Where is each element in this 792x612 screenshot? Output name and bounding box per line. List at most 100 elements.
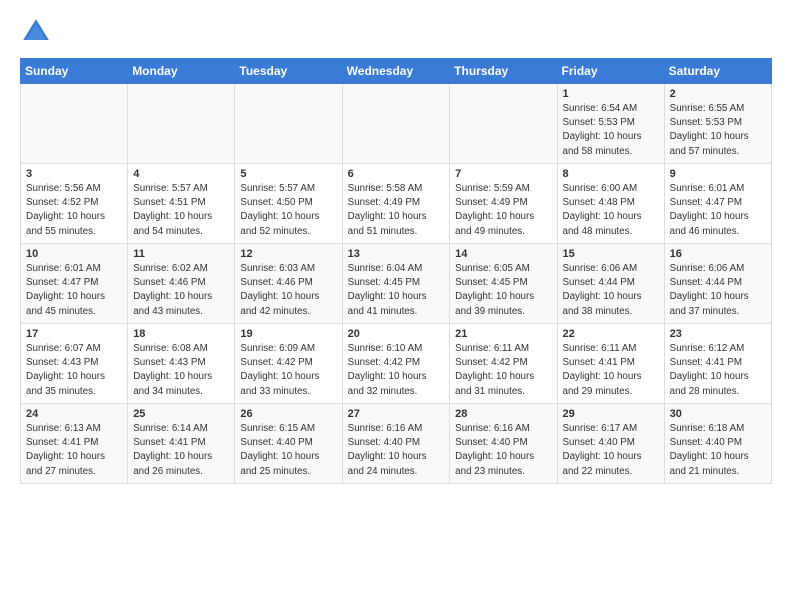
- day-info: Sunrise: 6:07 AM Sunset: 4:43 PM Dayligh…: [26, 342, 122, 399]
- day-number: 2: [670, 88, 766, 100]
- calendar-cell: 10 Sunrise: 6:01 AM Sunset: 4:47 PM Dayli…: [21, 244, 128, 324]
- day-number: 6: [348, 168, 445, 180]
- day-info: Sunrise: 6:11 AM Sunset: 4:42 PM Dayligh…: [455, 342, 551, 399]
- calendar-cell: 24Sunrise: 6:13 AM Sunset: 4:41 PM Dayli…: [21, 404, 128, 484]
- calendar-cell: 26Sunrise: 6:15 AM Sunset: 4:40 PM Dayli…: [235, 404, 342, 484]
- calendar-cell: 27 Sunrise: 6:16 AM Sunset: 4:40 PM Dayli…: [342, 404, 450, 484]
- day-info: Sunrise: 6:16 AM Sunset: 4:40 PM Dayligh…: [455, 422, 551, 479]
- weekday-header-row: SundayMondayTuesdayWednesdayThursdayFrid…: [21, 59, 772, 84]
- day-number: 15: [563, 248, 659, 260]
- day-number: 23: [670, 328, 766, 340]
- day-info: Sunrise: 6:15 AM Sunset: 4:40 PM Dayligh…: [240, 422, 336, 479]
- calendar-cell: 15 Sunrise: 6:06 AM Sunset: 4:44 PM Dayli…: [557, 244, 664, 324]
- calendar-cell: 18 Sunrise: 6:08 AM Sunset: 4:43 PM Dayli…: [128, 324, 235, 404]
- calendar-cell: 23 Sunrise: 6:12 AM Sunset: 4:41 PM Dayli…: [664, 324, 771, 404]
- week-row-3: 17Sunrise: 6:07 AM Sunset: 4:43 PM Dayli…: [21, 324, 772, 404]
- day-info: Sunrise: 6:11 AM Sunset: 4:41 PM Dayligh…: [563, 342, 659, 399]
- day-info: Sunrise: 6:01 AM Sunset: 4:47 PM Dayligh…: [26, 262, 122, 319]
- day-info: Sunrise: 6:04 AM Sunset: 4:45 PM Dayligh…: [348, 262, 445, 319]
- calendar-cell: 19 Sunrise: 6:09 AM Sunset: 4:42 PM Dayli…: [235, 324, 342, 404]
- calendar-cell: [128, 84, 235, 164]
- calendar-cell: 21 Sunrise: 6:11 AM Sunset: 4:42 PM Dayli…: [450, 324, 557, 404]
- day-info: Sunrise: 5:59 AM Sunset: 4:49 PM Dayligh…: [455, 182, 551, 239]
- day-number: 30: [670, 408, 766, 420]
- week-row-1: 3 Sunrise: 5:56 AM Sunset: 4:52 PM Daylig…: [21, 164, 772, 244]
- day-number: 16: [670, 248, 766, 260]
- calendar-cell: 2 Sunrise: 6:55 AM Sunset: 5:53 PM Daylig…: [664, 84, 771, 164]
- day-number: 3: [26, 168, 122, 180]
- page: SundayMondayTuesdayWednesdayThursdayFrid…: [0, 0, 792, 494]
- day-info: Sunrise: 6:08 AM Sunset: 4:43 PM Dayligh…: [133, 342, 229, 399]
- day-info: Sunrise: 6:01 AM Sunset: 4:47 PM Dayligh…: [670, 182, 766, 239]
- weekday-tuesday: Tuesday: [235, 59, 342, 84]
- header: [20, 16, 772, 48]
- calendar-cell: 12 Sunrise: 6:03 AM Sunset: 4:46 PM Dayli…: [235, 244, 342, 324]
- day-info: Sunrise: 6:09 AM Sunset: 4:42 PM Dayligh…: [240, 342, 336, 399]
- day-info: Sunrise: 6:02 AM Sunset: 4:46 PM Dayligh…: [133, 262, 229, 319]
- calendar-cell: 11 Sunrise: 6:02 AM Sunset: 4:46 PM Dayli…: [128, 244, 235, 324]
- calendar-cell: 8 Sunrise: 6:00 AM Sunset: 4:48 PM Daylig…: [557, 164, 664, 244]
- day-number: 1: [563, 88, 659, 100]
- calendar-cell: 4 Sunrise: 5:57 AM Sunset: 4:51 PM Daylig…: [128, 164, 235, 244]
- calendar-cell: 3 Sunrise: 5:56 AM Sunset: 4:52 PM Daylig…: [21, 164, 128, 244]
- calendar-cell: 13Sunrise: 6:04 AM Sunset: 4:45 PM Dayli…: [342, 244, 450, 324]
- weekday-thursday: Thursday: [450, 59, 557, 84]
- day-number: 8: [563, 168, 659, 180]
- calendar-cell: [21, 84, 128, 164]
- logo-icon: [20, 16, 52, 48]
- day-info: Sunrise: 6:14 AM Sunset: 4:41 PM Dayligh…: [133, 422, 229, 479]
- day-number: 27: [348, 408, 445, 420]
- calendar-cell: [235, 84, 342, 164]
- calendar-cell: 22 Sunrise: 6:11 AM Sunset: 4:41 PM Dayli…: [557, 324, 664, 404]
- day-number: 29: [563, 408, 659, 420]
- day-info: Sunrise: 6:16 AM Sunset: 4:40 PM Dayligh…: [348, 422, 445, 479]
- day-info: Sunrise: 6:54 AM Sunset: 5:53 PM Dayligh…: [563, 102, 659, 159]
- day-number: 19: [240, 328, 336, 340]
- weekday-monday: Monday: [128, 59, 235, 84]
- weekday-wednesday: Wednesday: [342, 59, 450, 84]
- logo: [20, 16, 56, 48]
- calendar-cell: 25 Sunrise: 6:14 AM Sunset: 4:41 PM Dayli…: [128, 404, 235, 484]
- day-number: 18: [133, 328, 229, 340]
- calendar: SundayMondayTuesdayWednesdayThursdayFrid…: [20, 58, 772, 484]
- day-info: Sunrise: 5:57 AM Sunset: 4:51 PM Dayligh…: [133, 182, 229, 239]
- week-row-0: 1 Sunrise: 6:54 AM Sunset: 5:53 PM Daylig…: [21, 84, 772, 164]
- day-number: 12: [240, 248, 336, 260]
- day-info: Sunrise: 5:56 AM Sunset: 4:52 PM Dayligh…: [26, 182, 122, 239]
- day-number: 22: [563, 328, 659, 340]
- day-number: 25: [133, 408, 229, 420]
- day-info: Sunrise: 6:06 AM Sunset: 4:44 PM Dayligh…: [563, 262, 659, 319]
- day-info: Sunrise: 5:57 AM Sunset: 4:50 PM Dayligh…: [240, 182, 336, 239]
- day-info: Sunrise: 6:55 AM Sunset: 5:53 PM Dayligh…: [670, 102, 766, 159]
- calendar-cell: 1 Sunrise: 6:54 AM Sunset: 5:53 PM Daylig…: [557, 84, 664, 164]
- day-number: 10: [26, 248, 122, 260]
- day-number: 14: [455, 248, 551, 260]
- week-row-4: 24Sunrise: 6:13 AM Sunset: 4:41 PM Dayli…: [21, 404, 772, 484]
- day-info: Sunrise: 6:03 AM Sunset: 4:46 PM Dayligh…: [240, 262, 336, 319]
- calendar-cell: 28Sunrise: 6:16 AM Sunset: 4:40 PM Dayli…: [450, 404, 557, 484]
- weekday-saturday: Saturday: [664, 59, 771, 84]
- calendar-body: 1 Sunrise: 6:54 AM Sunset: 5:53 PM Daylig…: [21, 84, 772, 484]
- calendar-cell: [342, 84, 450, 164]
- weekday-sunday: Sunday: [21, 59, 128, 84]
- day-info: Sunrise: 6:00 AM Sunset: 4:48 PM Dayligh…: [563, 182, 659, 239]
- weekday-friday: Friday: [557, 59, 664, 84]
- calendar-cell: 20Sunrise: 6:10 AM Sunset: 4:42 PM Dayli…: [342, 324, 450, 404]
- calendar-cell: 17Sunrise: 6:07 AM Sunset: 4:43 PM Dayli…: [21, 324, 128, 404]
- calendar-cell: 16Sunrise: 6:06 AM Sunset: 4:44 PM Dayli…: [664, 244, 771, 324]
- day-number: 4: [133, 168, 229, 180]
- day-number: 5: [240, 168, 336, 180]
- calendar-cell: 14 Sunrise: 6:05 AM Sunset: 4:45 PM Dayli…: [450, 244, 557, 324]
- day-number: 21: [455, 328, 551, 340]
- calendar-cell: 30 Sunrise: 6:18 AM Sunset: 4:40 PM Dayli…: [664, 404, 771, 484]
- day-info: Sunrise: 5:58 AM Sunset: 4:49 PM Dayligh…: [348, 182, 445, 239]
- day-info: Sunrise: 6:10 AM Sunset: 4:42 PM Dayligh…: [348, 342, 445, 399]
- calendar-cell: [450, 84, 557, 164]
- day-info: Sunrise: 6:17 AM Sunset: 4:40 PM Dayligh…: [563, 422, 659, 479]
- day-info: Sunrise: 6:12 AM Sunset: 4:41 PM Dayligh…: [670, 342, 766, 399]
- day-info: Sunrise: 6:13 AM Sunset: 4:41 PM Dayligh…: [26, 422, 122, 479]
- day-number: 11: [133, 248, 229, 260]
- calendar-cell: 29 Sunrise: 6:17 AM Sunset: 4:40 PM Dayli…: [557, 404, 664, 484]
- day-info: Sunrise: 6:18 AM Sunset: 4:40 PM Dayligh…: [670, 422, 766, 479]
- day-info: Sunrise: 6:05 AM Sunset: 4:45 PM Dayligh…: [455, 262, 551, 319]
